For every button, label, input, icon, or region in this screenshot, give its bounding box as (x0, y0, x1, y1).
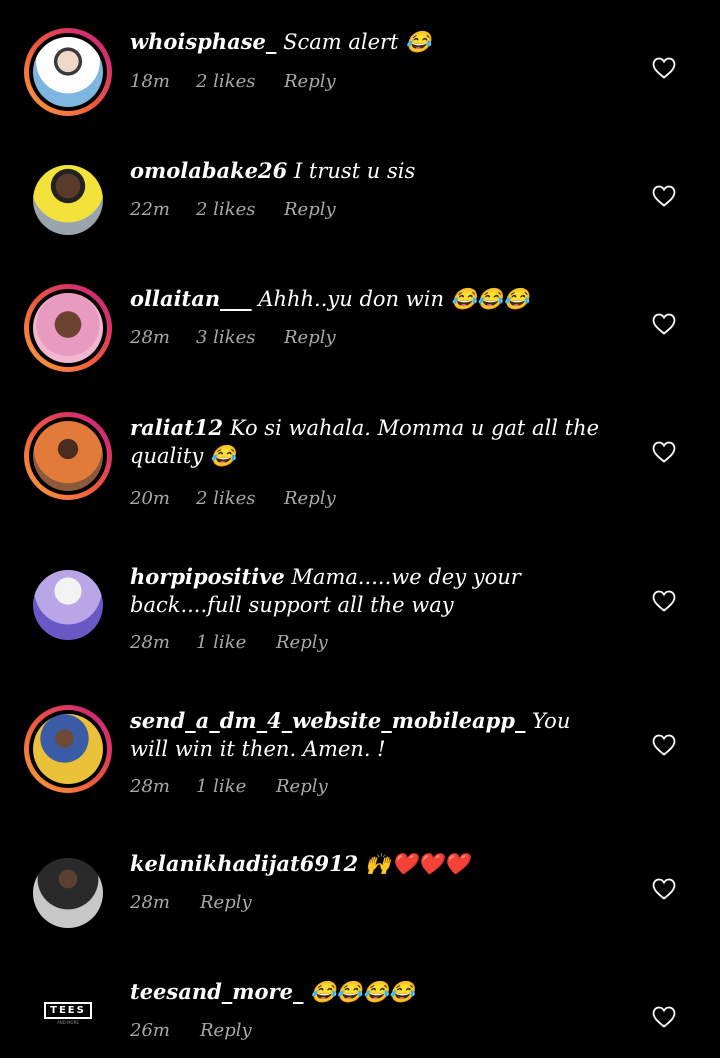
comment-body: ollaitan___ Ahhh..yu don win 😂😂😂 (130, 285, 610, 313)
comment-time: 28m (130, 327, 170, 348)
avatar (33, 165, 103, 235)
comment-text: 🙌❤️❤️❤️ (364, 852, 470, 876)
comment-body: whoisphase_ Scam alert 😂 (130, 28, 610, 56)
comment-username[interactable]: ollaitan___ (130, 286, 252, 311)
comment-username[interactable]: send_a_dm_4_website_mobileapp_ (130, 708, 525, 733)
comment-time: 18m (130, 71, 170, 92)
comment-body: omolabake26 I trust u sis (130, 157, 610, 185)
comment-username[interactable]: teesand_more_ (130, 979, 303, 1004)
avatar-wrap[interactable] (24, 156, 112, 244)
comment-time: 28m (130, 892, 170, 913)
reply-button[interactable]: Reply (200, 892, 252, 913)
avatar (33, 714, 103, 784)
comment-text: Ahhh..yu don win 😂😂😂 (258, 287, 530, 311)
comment-meta: 28m 1 like Reply (130, 632, 328, 653)
heart-outline-icon[interactable] (652, 57, 676, 79)
comment-likes[interactable]: 2 likes (196, 199, 284, 220)
reply-button[interactable]: Reply (284, 488, 336, 509)
logo-tagline: AND MORE (57, 1019, 79, 1025)
reply-button[interactable]: Reply (200, 1020, 252, 1041)
avatar-story-ring[interactable] (24, 412, 112, 500)
heart-outline-icon[interactable] (652, 878, 676, 900)
comment-body: send_a_dm_4_website_mobileapp_ You will … (130, 707, 610, 763)
heart-outline-icon[interactable] (652, 185, 676, 207)
comment-meta: 22m 2 likes Reply (130, 199, 336, 220)
comment-time: 26m (130, 1020, 170, 1041)
avatar-wrap[interactable] (24, 561, 112, 649)
reply-button[interactable]: Reply (284, 199, 336, 220)
comment-meta: 28m 1 like Reply (130, 776, 328, 797)
reply-button[interactable]: Reply (276, 776, 328, 797)
comment-body: teesand_more_ 😂😂😂😂 (130, 978, 610, 1006)
comment-text: Scam alert 😂 (283, 30, 432, 54)
logo-brand-text: TEES (44, 1001, 92, 1019)
heart-outline-icon[interactable] (652, 313, 676, 335)
avatar-wrap[interactable] (24, 849, 112, 937)
comment-time: 20m (130, 488, 170, 509)
comment-body: horpipositive Mama.....we dey your back.… (130, 563, 610, 619)
avatar-story-ring[interactable] (24, 28, 112, 116)
heart-outline-icon[interactable] (652, 590, 676, 612)
avatar: TEES AND MORE (33, 978, 103, 1048)
comment-username[interactable]: horpipositive (130, 564, 285, 589)
comment-likes[interactable]: 1 like (196, 776, 276, 797)
reply-button[interactable]: Reply (284, 327, 336, 348)
avatar-wrap[interactable]: TEES AND MORE (24, 969, 112, 1057)
avatar-story-ring[interactable] (24, 705, 112, 793)
comment-meta: 26m Reply (130, 1020, 252, 1041)
comment-username[interactable]: raliat12 (130, 415, 223, 440)
avatar-story-ring[interactable] (24, 284, 112, 372)
comment-username[interactable]: whoisphase_ (130, 29, 276, 54)
avatar (33, 37, 103, 107)
comment-likes[interactable]: 2 likes (196, 71, 284, 92)
comment-username[interactable]: omolabake26 (130, 158, 287, 183)
comment-text: I trust u sis (293, 159, 416, 183)
avatar (33, 421, 103, 491)
comment-likes[interactable]: 1 like (196, 632, 276, 653)
heart-outline-icon[interactable] (652, 441, 676, 463)
comment-meta: 18m 2 likes Reply (130, 71, 336, 92)
comment-time: 28m (130, 776, 170, 797)
comment-body: kelanikhadijat6912 🙌❤️❤️❤️ (130, 850, 610, 878)
comment-time: 22m (130, 199, 170, 220)
reply-button[interactable]: Reply (276, 632, 328, 653)
comment-username[interactable]: kelanikhadijat6912 (130, 851, 358, 876)
reply-button[interactable]: Reply (284, 71, 336, 92)
comment-meta: 28m 3 likes Reply (130, 327, 336, 348)
comment-meta: 28m Reply (130, 892, 252, 913)
comment-likes[interactable]: 3 likes (196, 327, 284, 348)
avatar (33, 293, 103, 363)
comment-body: raliat12 Ko si wahala. Momma u gat all t… (130, 414, 610, 470)
brand-logo: TEES AND MORE (33, 978, 103, 1048)
comment-likes[interactable]: 2 likes (196, 488, 284, 509)
comment-text: 😂😂😂😂 (310, 980, 415, 1004)
heart-outline-icon[interactable] (652, 1006, 676, 1028)
heart-outline-icon[interactable] (652, 734, 676, 756)
comment-time: 28m (130, 632, 170, 653)
comment-meta: 20m 2 likes Reply (130, 488, 336, 509)
avatar (33, 570, 103, 640)
avatar (33, 858, 103, 928)
